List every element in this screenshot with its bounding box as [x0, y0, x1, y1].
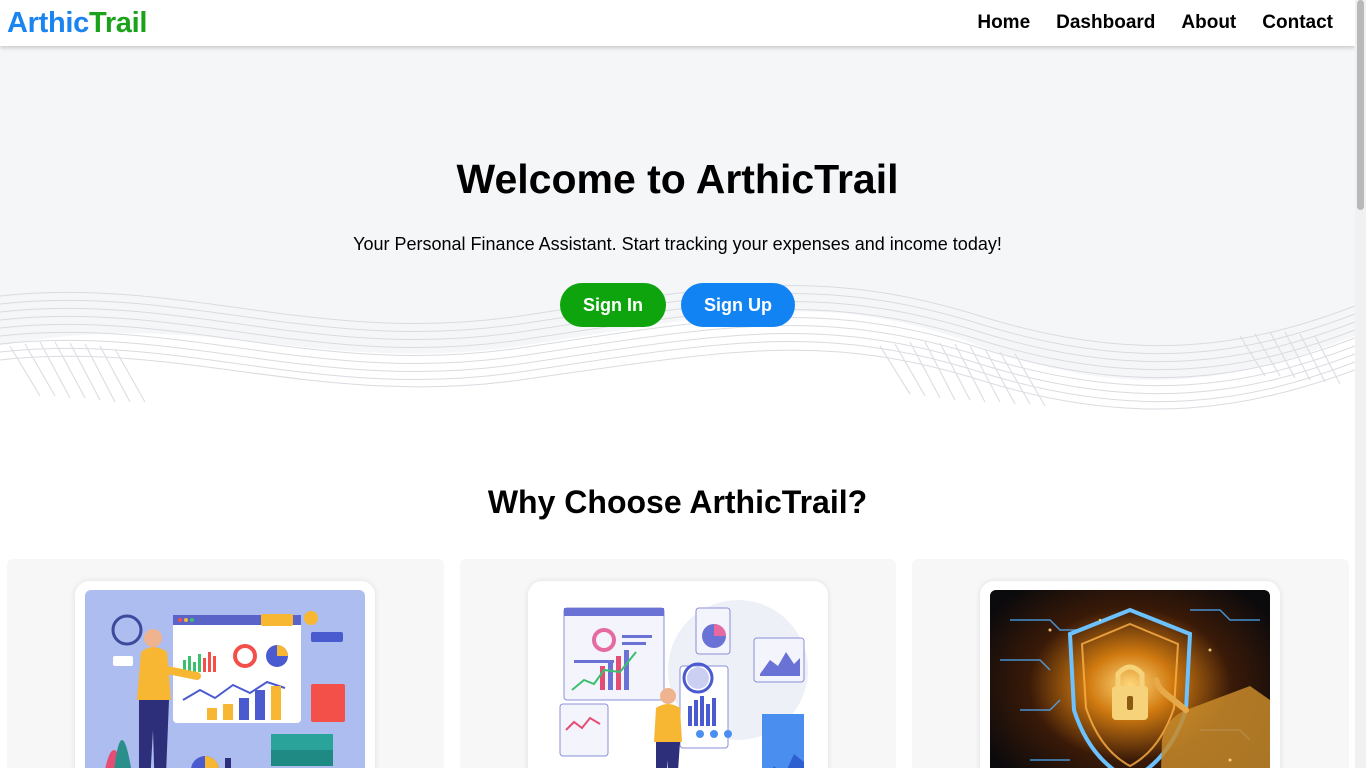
- feature-card: [7, 559, 444, 768]
- hero-buttons: Sign In Sign Up: [0, 283, 1355, 327]
- brand-name-part1: Arthic: [7, 6, 89, 39]
- nav-links: Home Dashboard About Contact: [977, 12, 1333, 34]
- hero-subtitle: Your Personal Finance Assistant. Start t…: [353, 234, 1002, 254]
- security-lock-illustration: [990, 590, 1271, 768]
- nav-contact-link[interactable]: Contact: [1262, 12, 1333, 34]
- brand-logo[interactable]: ArthicTrail: [7, 6, 148, 39]
- nav-about-link[interactable]: About: [1181, 12, 1236, 34]
- feature-card: [459, 559, 897, 768]
- card-image-frame: [75, 581, 375, 768]
- analytics-illustration: [85, 590, 365, 768]
- card-image-frame: [980, 581, 1281, 768]
- sign-up-button[interactable]: Sign Up: [681, 283, 795, 327]
- nav-home-link[interactable]: Home: [977, 12, 1030, 34]
- hero-title: Welcome to ArthicTrail: [456, 156, 899, 202]
- nav-dashboard-link[interactable]: Dashboard: [1056, 12, 1155, 34]
- sign-in-button[interactable]: Sign In: [560, 283, 666, 327]
- hero-section: Welcome to ArthicTrail Your Personal Fin…: [0, 46, 1355, 416]
- card-image-frame: [527, 581, 828, 768]
- data-analysis-illustration: [537, 590, 818, 768]
- page-scrollbar[interactable]: [1355, 0, 1366, 768]
- feature-card: [912, 559, 1350, 768]
- features-title: Why Choose ArthicTrail?: [487, 484, 868, 520]
- brand-name-part2: Trail: [89, 6, 148, 39]
- hero-wave-decoration: [0, 285, 1355, 416]
- scrollbar-thumb[interactable]: [1357, 0, 1364, 210]
- feature-cards: [7, 559, 1350, 768]
- navbar: ArthicTrail Home Dashboard About Contact: [0, 0, 1355, 46]
